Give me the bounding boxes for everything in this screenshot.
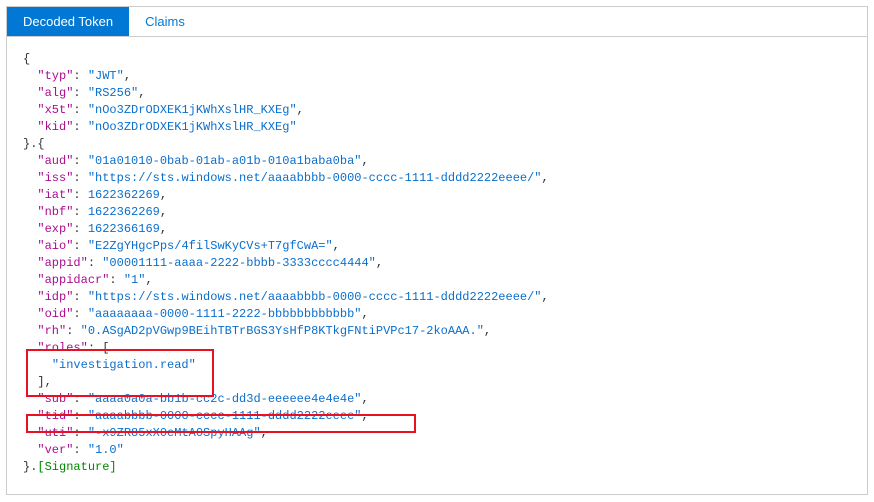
sub-key: "sub" — [37, 392, 73, 406]
tab-decoded-token[interactable]: Decoded Token — [7, 7, 129, 36]
oid-key: "oid" — [37, 307, 73, 321]
tab-bar: Decoded Token Claims — [7, 7, 867, 37]
x5t-key: "x5t" — [37, 103, 73, 117]
sub-value: "aaaa0a0a-bb1b-cc2c-dd3d-eeeeee4e4e4e" — [88, 392, 362, 406]
oid-value: "aaaaaaaa-0000-1111-2222-bbbbbbbbbbbb" — [88, 307, 362, 321]
signature-label: [Signature] — [37, 460, 116, 474]
nbf-key: "nbf" — [37, 205, 73, 219]
aio-key: "aio" — [37, 239, 73, 253]
appidacr-key: "appidacr" — [37, 273, 109, 287]
uti-value: "-x9ZR85xX0eMtA0SpyHAAg" — [88, 426, 261, 440]
appid-value: "00001111-aaaa-2222-bbbb-3333cccc4444" — [102, 256, 376, 270]
ver-value: "1.0" — [88, 443, 124, 457]
token-panel: Decoded Token Claims { "typ": "JWT", "al… — [6, 6, 868, 495]
iat-key: "iat" — [37, 188, 73, 202]
idp-key: "idp" — [37, 290, 73, 304]
decoded-token-content: { "typ": "JWT", "alg": "RS256", "x5t": "… — [7, 37, 867, 494]
kid-key: "kid" — [37, 120, 73, 134]
nbf-value: 1622362269 — [88, 205, 160, 219]
appidacr-value: "1" — [124, 273, 146, 287]
aud-value: "01a01010-0bab-01ab-a01b-010a1baba0ba" — [88, 154, 362, 168]
typ-key: "typ" — [37, 69, 73, 83]
kid-value: "nOo3ZDrODXEK1jKWhXslHR_KXEg" — [88, 120, 297, 134]
alg-key: "alg" — [37, 86, 73, 100]
iss-key: "iss" — [37, 171, 73, 185]
aio-value: "E2ZgYHgcPps/4filSwKyCVs+T7gfCwA=" — [88, 239, 333, 253]
roles-value: "investigation.read" — [52, 358, 196, 372]
brace-close-payload: } — [23, 460, 30, 474]
exp-value: 1622366169 — [88, 222, 160, 236]
x5t-value: "nOo3ZDrODXEK1jKWhXslHR_KXEg" — [88, 103, 297, 117]
rh-key: "rh" — [37, 324, 66, 338]
typ-value: "JWT" — [88, 69, 124, 83]
rh-value: "0.ASgAD2pVGwp9BEihTBTrBGS3YsHfP8KTkgFNt… — [81, 324, 484, 338]
uti-key: "uti" — [37, 426, 73, 440]
aud-key: "aud" — [37, 154, 73, 168]
roles-key: "roles" — [37, 341, 87, 355]
idp-value: "https://sts.windows.net/aaaabbbb-0000-c… — [88, 290, 542, 304]
alg-value: "RS256" — [88, 86, 138, 100]
brace-open-payload: { — [37, 137, 44, 151]
iss-value: "https://sts.windows.net/aaaabbbb-0000-c… — [88, 171, 542, 185]
exp-key: "exp" — [37, 222, 73, 236]
brace-close: } — [23, 137, 30, 151]
brace-open: { — [23, 52, 30, 66]
tid-value: "aaaabbbb-0000-cccc-1111-dddd2222eeee" — [88, 409, 362, 423]
tid-key: "tid" — [37, 409, 73, 423]
tab-claims[interactable]: Claims — [129, 7, 201, 36]
appid-key: "appid" — [37, 256, 87, 270]
ver-key: "ver" — [37, 443, 73, 457]
iat-value: 1622362269 — [88, 188, 160, 202]
highlight-roles — [26, 349, 214, 397]
